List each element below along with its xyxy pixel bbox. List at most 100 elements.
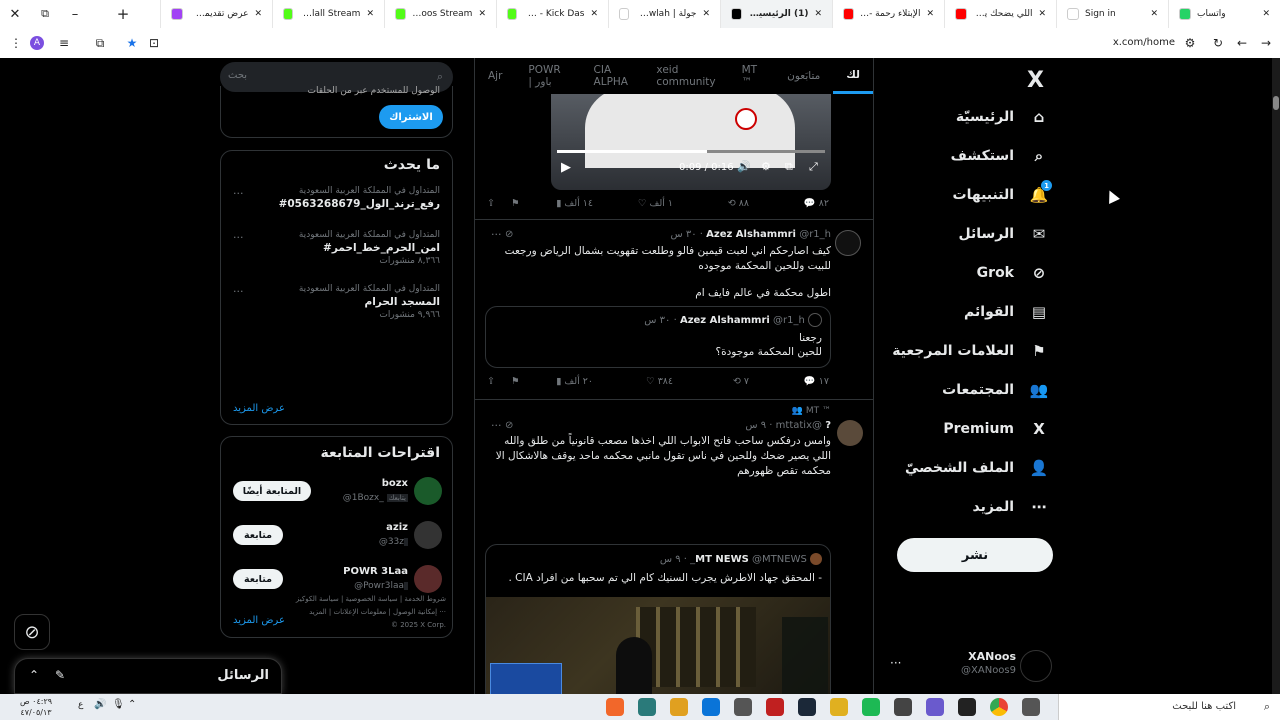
close-tab-icon[interactable]: ✕ (590, 9, 598, 19)
back-icon[interactable]: ← (1234, 35, 1250, 51)
file-explorer-icon[interactable] (830, 698, 848, 716)
grok-icon[interactable]: ⊘ (505, 229, 513, 240)
grok-icon[interactable]: ⊘ (505, 420, 513, 431)
close-tab-icon[interactable]: ✕ (1150, 9, 1158, 19)
browser-tab[interactable]: اللي يضحك يدفع ✕ (944, 0, 1056, 28)
volume-icon[interactable]: 🔊 (94, 699, 106, 710)
settings-icon[interactable] (734, 698, 752, 716)
trends-show-more-link[interactable]: عرض المزيد (233, 403, 285, 414)
picture-in-picture-icon[interactable]: ⧉ (785, 160, 793, 174)
new-message-icon[interactable]: ✎ (55, 668, 65, 682)
follow-avatar[interactable] (414, 477, 442, 505)
app-icon-b[interactable] (926, 698, 944, 716)
footer-link[interactable]: سياسة الخصوصية (346, 595, 398, 603)
close-tab-icon[interactable]: ✕ (254, 9, 262, 19)
page-scrollbar[interactable] (1272, 58, 1280, 694)
browser-tab[interactable]: BinTalall Stream ✕ (272, 0, 384, 28)
fullscreen-icon[interactable]: ⤢ (809, 160, 818, 174)
nav-item-more[interactable]: المزيد ⋯ (973, 496, 1051, 518)
x-logo-icon[interactable]: X (1027, 68, 1044, 93)
forward-icon[interactable]: → (1258, 35, 1274, 51)
trend-more-icon[interactable]: ··· (233, 285, 244, 298)
microphone-icon[interactable]: 🎙 (112, 699, 125, 710)
timeline-tab[interactable]: xeid community (643, 58, 728, 94)
close-tab-icon[interactable]: ✕ (366, 9, 374, 19)
follow-user[interactable]: POWR 3Laa @Powr3laa (343, 565, 408, 593)
language-indicator[interactable]: ع (78, 700, 83, 710)
footer-link[interactable]: معلومات الإعلانات (333, 608, 386, 616)
bookmark-icon[interactable]: ⚑ (511, 198, 520, 209)
video-player[interactable]: ▶ 0:09 / 0:16 🔊 ⚙ ⧉ ⤢ (551, 88, 831, 190)
edge-icon[interactable] (702, 698, 720, 716)
epic-games-icon[interactable] (958, 698, 976, 716)
nav-item-profile[interactable]: الملف الشخصيّ 👤 (905, 457, 1050, 479)
browser-tab[interactable]: Sign in ✕ (1056, 0, 1168, 28)
play-icon[interactable]: ▶ (561, 160, 571, 175)
url-text[interactable]: x.com/home (1113, 37, 1175, 48)
close-tab-icon[interactable]: ✕ (478, 9, 486, 19)
browser-tab[interactable]: XANoos Stream ✕ (384, 0, 496, 28)
tweet-avatar[interactable] (837, 420, 863, 446)
extensions-icon[interactable]: ⧉ (92, 35, 108, 51)
steam-icon[interactable] (798, 698, 816, 716)
follow-user[interactable]: aziz @33z (379, 521, 408, 549)
tweet-mttatix[interactable]: 👥 MT ™ ? @mttatix · ٩ س ··· ⊘ وامس درفكس… (475, 400, 873, 694)
share-icon[interactable]: ⇪ (487, 376, 495, 387)
trend-more-icon[interactable]: ··· (233, 187, 244, 200)
tray-expand-icon[interactable]: ⌃ (128, 699, 136, 710)
nav-item-home[interactable]: الرئيسيّة ⌂ (956, 106, 1050, 128)
share-icon[interactable]: ⇪ (487, 198, 495, 209)
community-label[interactable]: 👥 MT ™ (792, 406, 831, 416)
follow-button[interactable]: متابعة (233, 525, 283, 545)
trend-more-icon[interactable]: ··· (233, 231, 244, 244)
browser-tab[interactable]: جولة | Jawlah - ما ✕ (608, 0, 720, 28)
taskbar-search[interactable]: ⌕ اكتب هنا للبحث (1058, 694, 1280, 720)
timeline-tab[interactable]: CIA ALPHA (581, 58, 644, 94)
timeline-tab[interactable]: متابَعون (774, 58, 833, 94)
discord-icon[interactable] (670, 698, 688, 716)
video-progress-bar[interactable] (557, 150, 825, 153)
follow-user[interactable]: bozx @1Bozx_ يتابعك (343, 477, 408, 505)
account-menu-dots-icon[interactable]: ··· (890, 656, 901, 670)
tweet-more-icon[interactable]: ··· (491, 419, 502, 432)
tweet-azez[interactable]: Azez Alshammri @r1_h · ٣٠ س ··· ⊘ كيف اص… (475, 220, 873, 400)
account-switcher[interactable]: ··· XANoos @XANoos9 (890, 648, 1060, 684)
reply-count[interactable]: 💬 ٨٢ (804, 198, 829, 209)
trend-item[interactable]: المتداول في المملكة العربية السعودية المس… (299, 283, 440, 322)
site-settings-icon[interactable]: ⚙ (1182, 35, 1198, 51)
expand-icon[interactable]: ⌃ (29, 668, 39, 682)
nav-item-bookmarks[interactable]: العلامات المرجعية ⚑ (892, 340, 1050, 362)
repost-count[interactable]: ⟲ ٨٨ (728, 198, 749, 209)
obs-icon[interactable] (894, 698, 912, 716)
install-app-icon[interactable]: ⊡ (146, 35, 162, 51)
like-count[interactable]: ♡ ١ ألف (638, 198, 673, 209)
quoted-tweet[interactable]: MT NEWS @MTNEWS_ · ٩ س - المحقق جهاد الا… (485, 544, 831, 694)
trend-item[interactable]: المتداول في المملكة العربية السعودية #رفع… (279, 185, 440, 211)
restore-window-icon[interactable]: ⧉ (30, 7, 60, 21)
bookmark-star-icon[interactable]: ★ (124, 35, 140, 51)
tweet-more-icon[interactable]: ··· (491, 228, 502, 241)
grok-floating-icon[interactable]: ⊘ (14, 614, 50, 650)
quoted-tweet[interactable]: Azez Alshammri @r1_h · ٣٠ س رجعنا للحين … (485, 306, 831, 368)
timeline-tab[interactable]: MT ™ (729, 58, 775, 94)
nav-item-explore[interactable]: استكشف ⌕ (951, 145, 1050, 167)
follow-avatar[interactable] (414, 521, 442, 549)
close-tab-icon[interactable]: ✕ (1038, 9, 1046, 19)
profile-avatar[interactable]: A (30, 36, 44, 50)
browser-tab[interactable]: عرض تقديمي بلا ✕ (160, 0, 272, 28)
close-tab-icon[interactable]: ✕ (702, 9, 710, 19)
app-icon-a[interactable] (606, 698, 624, 716)
trend-item[interactable]: المتداول في المملكة العربية السعودية #امن… (299, 229, 440, 268)
reload-icon[interactable]: ↻ (1210, 35, 1226, 51)
timeline-tab[interactable]: لك (833, 58, 873, 94)
footer-link[interactable]: إمكانية الوصول (393, 608, 437, 616)
repost-count[interactable]: ⟲ ٧ (733, 376, 749, 387)
footer-link[interactable]: شروط الخدمة (404, 595, 446, 603)
browser-tab[interactable]: Stream - Kick Das ✕ (496, 0, 608, 28)
close-tab-icon[interactable]: ✕ (1262, 9, 1270, 19)
reply-count[interactable]: 💬 ١٧ (804, 376, 829, 387)
close-tab-icon[interactable]: ✕ (926, 9, 934, 19)
mute-icon[interactable]: 🔊 (737, 160, 751, 173)
views-count[interactable]: ▮ ١٤ ألف (556, 198, 593, 209)
spotify-icon[interactable] (862, 698, 880, 716)
